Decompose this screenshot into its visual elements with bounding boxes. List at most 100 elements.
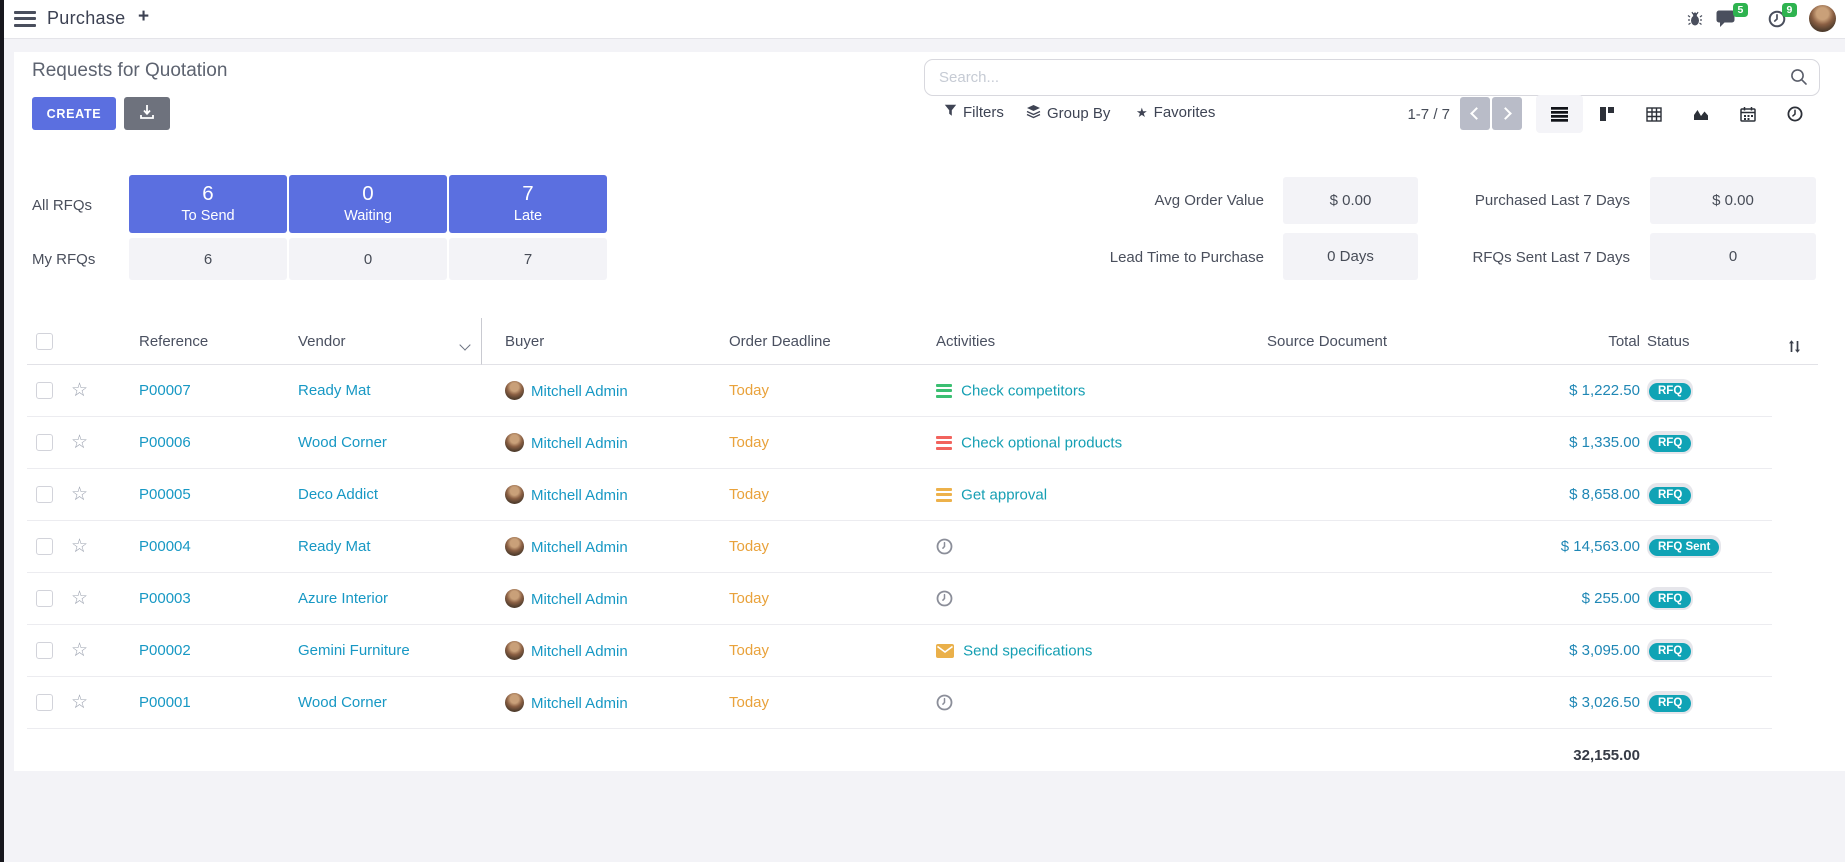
header-source-document[interactable]: Source Document (1245, 318, 1477, 365)
search-input[interactable] (925, 60, 1819, 95)
activity-label[interactable]: Get approval (961, 486, 1047, 503)
status-badge: RFQ (1647, 587, 1693, 610)
vendor-link[interactable]: Deco Addict (298, 486, 378, 503)
user-avatar[interactable] (1809, 5, 1836, 32)
my-rfqs-label: My RFQs (32, 251, 95, 268)
row-checkbox[interactable] (36, 538, 53, 555)
my-late[interactable]: 7 (449, 238, 607, 280)
buyer-avatar (505, 693, 524, 712)
buyer-link[interactable]: Mitchell Admin (531, 487, 628, 504)
header-reference[interactable]: Reference (113, 318, 275, 365)
reference-link[interactable]: P00006 (139, 434, 191, 451)
filter-icon (944, 104, 957, 121)
table-row[interactable]: ☆ P00002 Gemini Furniture Mitchell Admin… (27, 625, 1818, 677)
favorite-star-icon[interactable]: ☆ (71, 692, 88, 713)
buyer-link[interactable]: Mitchell Admin (531, 643, 628, 660)
header-vendor[interactable]: Vendor (275, 318, 482, 365)
filters-button[interactable]: Filters (944, 104, 1004, 121)
vendor-link[interactable]: Azure Interior (298, 590, 388, 607)
vendor-link[interactable]: Ready Mat (298, 538, 371, 555)
messages-badge: 5 (1733, 3, 1748, 17)
activity-label[interactable]: Check optional products (961, 434, 1122, 451)
pivot-view-button[interactable] (1630, 95, 1677, 133)
tasks-activity-icon[interactable] (936, 488, 952, 503)
app-name[interactable]: Purchase (47, 8, 125, 29)
buyer-link[interactable]: Mitchell Admin (531, 591, 628, 608)
header-total[interactable]: Total (1477, 318, 1645, 365)
buyer-link[interactable]: Mitchell Admin (531, 539, 628, 556)
favorite-star-icon[interactable]: ☆ (71, 484, 88, 505)
reference-link[interactable]: P00001 (139, 694, 191, 711)
group-by-button[interactable]: Group By (1026, 104, 1110, 123)
favorite-star-icon[interactable]: ☆ (71, 432, 88, 453)
table-row[interactable]: ☆ P00005 Deco Addict Mitchell Admin Toda… (27, 469, 1818, 521)
reference-link[interactable]: P00005 (139, 486, 191, 503)
favorites-button[interactable]: ★ Favorites (1136, 104, 1215, 121)
pager-next-button[interactable] (1492, 97, 1522, 130)
my-to-send[interactable]: 6 (129, 238, 287, 280)
tasks-activity-icon[interactable] (936, 436, 952, 451)
bug-icon[interactable] (1687, 11, 1703, 32)
reference-link[interactable]: P00004 (139, 538, 191, 555)
kpi-waiting[interactable]: 0 Waiting (289, 175, 447, 233)
order-deadline-value: Today (729, 694, 769, 711)
activity-label[interactable]: Check competitors (961, 382, 1085, 399)
select-all-checkbox[interactable] (36, 333, 53, 350)
vendor-link[interactable]: Gemini Furniture (298, 642, 410, 659)
export-button[interactable] (124, 97, 170, 130)
pager-previous-button[interactable] (1460, 97, 1490, 130)
row-checkbox[interactable] (36, 590, 53, 607)
search-icon[interactable] (1790, 68, 1808, 91)
status-badge: RFQ (1647, 431, 1693, 454)
vendor-link[interactable]: Wood Corner (298, 694, 387, 711)
row-checkbox[interactable] (36, 486, 53, 503)
header-status[interactable]: Status (1645, 318, 1772, 365)
favorite-star-icon[interactable]: ☆ (71, 588, 88, 609)
row-checkbox[interactable] (36, 642, 53, 659)
order-deadline-value: Today (729, 642, 769, 659)
mail-activity-icon[interactable] (936, 644, 954, 658)
favorite-star-icon[interactable]: ☆ (71, 536, 88, 557)
kpi-to-send[interactable]: 6 To Send (129, 175, 287, 233)
clock-activity-icon[interactable] (936, 538, 953, 555)
buyer-link[interactable]: Mitchell Admin (531, 383, 628, 400)
add-tab-button[interactable]: + (138, 6, 149, 28)
header-activities[interactable]: Activities (913, 318, 1245, 365)
kpi-late[interactable]: 7 Late (449, 175, 607, 233)
favorite-star-icon[interactable]: ☆ (71, 640, 88, 661)
table-row[interactable]: ☆ P00007 Ready Mat Mitchell Admin Today … (27, 365, 1818, 417)
vendor-link[interactable]: Ready Mat (298, 382, 371, 399)
table-row[interactable]: ☆ P00006 Wood Corner Mitchell Admin Toda… (27, 417, 1818, 469)
table-footer-row: 32,155.00 (27, 729, 1818, 781)
activity-label[interactable]: Send specifications (963, 642, 1092, 659)
header-buyer[interactable]: Buyer (482, 318, 707, 365)
favorite-star-icon[interactable]: ☆ (71, 380, 88, 401)
row-checkbox[interactable] (36, 694, 53, 711)
vendor-link[interactable]: Wood Corner (298, 434, 387, 451)
clock-activity-icon[interactable] (936, 590, 953, 607)
table-row[interactable]: ☆ P00001 Wood Corner Mitchell Admin Toda… (27, 677, 1818, 729)
tasks-activity-icon[interactable] (936, 384, 952, 399)
buyer-avatar (505, 381, 524, 400)
optional-columns-icon[interactable] (1787, 339, 1802, 358)
menu-icon[interactable] (14, 11, 36, 27)
header-order-deadline[interactable]: Order Deadline (707, 318, 913, 365)
reference-link[interactable]: P00003 (139, 590, 191, 607)
row-checkbox[interactable] (36, 434, 53, 451)
table-row[interactable]: ☆ P00004 Ready Mat Mitchell Admin Today … (27, 521, 1818, 573)
row-checkbox[interactable] (36, 382, 53, 399)
list-view-button[interactable] (1536, 95, 1583, 133)
calendar-view-button[interactable] (1724, 95, 1771, 133)
table-row[interactable]: ☆ P00003 Azure Interior Mitchell Admin T… (27, 573, 1818, 625)
kanban-view-button[interactable] (1583, 95, 1630, 133)
reference-link[interactable]: P00002 (139, 642, 191, 659)
activity-view-button[interactable] (1771, 95, 1818, 133)
graph-view-button[interactable] (1677, 95, 1724, 133)
create-button[interactable]: CREATE (32, 97, 116, 130)
my-waiting[interactable]: 0 (289, 238, 447, 280)
reference-link[interactable]: P00007 (139, 382, 191, 399)
source-document-cell (1245, 625, 1477, 677)
buyer-link[interactable]: Mitchell Admin (531, 435, 628, 452)
buyer-link[interactable]: Mitchell Admin (531, 695, 628, 712)
clock-activity-icon[interactable] (936, 694, 953, 711)
